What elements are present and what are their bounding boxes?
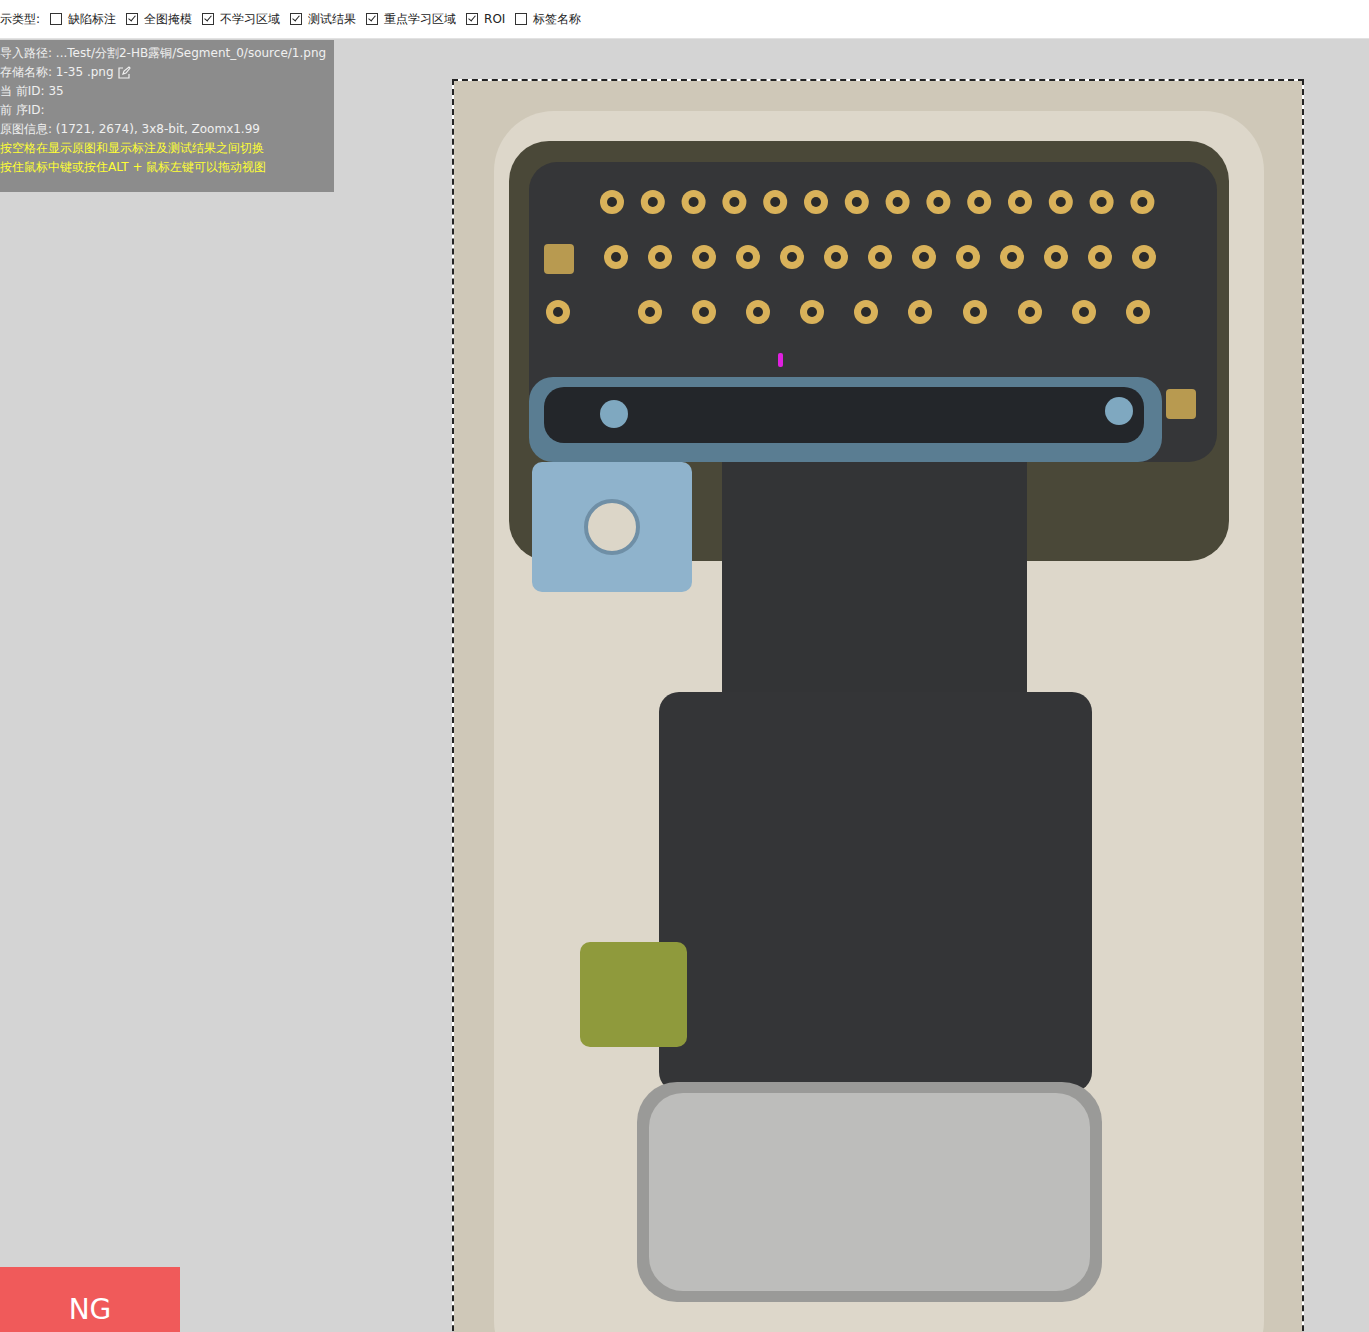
pin-icon <box>722 190 746 214</box>
pin-icon <box>1088 245 1112 269</box>
checkbox[interactable] <box>366 13 378 25</box>
pin-icon <box>736 245 760 269</box>
pin-icon <box>845 190 869 214</box>
pin-icon <box>886 190 910 214</box>
display-option[interactable]: 重点学习区域 <box>366 11 456 28</box>
pin-icon <box>763 190 787 214</box>
display-option[interactable]: 不学习区域 <box>202 11 280 28</box>
checkbox[interactable] <box>202 13 214 25</box>
pin-icon <box>800 300 824 324</box>
pin-icon <box>746 300 770 324</box>
pin-icon <box>1049 190 1073 214</box>
pin-icon <box>692 300 716 324</box>
pin-icon <box>641 190 665 214</box>
pin-icon <box>1126 300 1150 324</box>
app: 示类型: 缺陷标注全图掩模不学习区域测试结果重点学习区域 ROI 标签名称导入路径: … <box>0 0 1369 1332</box>
info-line: 当 前ID: 35 <box>0 84 334 99</box>
pin-icon <box>1130 190 1154 214</box>
info-line: 导入路径: ...Test/分割2-HB露铜/Segment_0/source/… <box>0 46 334 61</box>
checkbox[interactable] <box>515 13 527 25</box>
pin-icon <box>963 300 987 324</box>
pin-icon <box>546 300 570 324</box>
pin-icon <box>804 190 828 214</box>
info-panel: 导入路径: ...Test/分割2-HB露铜/Segment_0/source/… <box>0 40 334 192</box>
pin-icon <box>1044 245 1068 269</box>
display-toolbar: 示类型: 缺陷标注全图掩模不学习区域测试结果重点学习区域 ROI 标签名称 <box>0 0 1369 39</box>
checkbox[interactable] <box>466 13 478 25</box>
pin-icon <box>1018 300 1042 324</box>
pin-icon <box>1090 190 1114 214</box>
edit-icon[interactable] <box>117 66 131 80</box>
display-option[interactable]: 缺陷标注 <box>50 11 116 28</box>
image-frame <box>452 79 1304 1332</box>
info-line: 按住鼠标中键或按住ALT + 鼠标左键可以拖动视图 <box>0 160 334 175</box>
inspection-image[interactable] <box>454 81 1302 1332</box>
info-line: 前 序ID: <box>0 103 334 118</box>
pin-icon <box>1000 245 1024 269</box>
pin-icon <box>967 190 991 214</box>
pin-icon <box>780 245 804 269</box>
checkbox[interactable] <box>50 13 62 25</box>
info-line: 原图信息: (1721, 2674), 3x8-bit, Zoomx1.99 <box>0 122 334 137</box>
pin-icon <box>854 300 878 324</box>
pin-icon <box>1072 300 1096 324</box>
pin-icon <box>912 245 936 269</box>
result-badge: NG <box>0 1267 180 1332</box>
toolbar-label: 示类型: <box>0 11 40 28</box>
pin-icon <box>604 245 628 269</box>
display-option[interactable]: 测试结果 <box>290 11 356 28</box>
checkbox[interactable] <box>126 13 138 25</box>
checkbox[interactable] <box>290 13 302 25</box>
display-option[interactable]: ROI <box>466 12 505 26</box>
pin-icon <box>956 245 980 269</box>
display-option[interactable]: 全图掩模 <box>126 11 192 28</box>
pin-icon <box>908 300 932 324</box>
display-option[interactable]: 标签名称 <box>515 11 581 28</box>
pin-icon <box>824 245 848 269</box>
image-canvas[interactable]: 导入路径: ...Test/分割2-HB露铜/Segment_0/source/… <box>0 39 1369 1332</box>
defect-marker[interactable] <box>778 353 783 367</box>
pin-icon <box>926 190 950 214</box>
pin-icon <box>682 190 706 214</box>
pin-icon <box>600 190 624 214</box>
pin-icon <box>1132 245 1156 269</box>
info-line: 存储名称: 1-35 .png <box>0 65 334 80</box>
pin-icon <box>692 245 716 269</box>
pin-icon <box>868 245 892 269</box>
pin-icon <box>648 245 672 269</box>
pin-icon <box>1008 190 1032 214</box>
pin-icon <box>638 300 662 324</box>
info-line: 按空格在显示原图和显示标注及测试结果之间切换 <box>0 141 334 156</box>
